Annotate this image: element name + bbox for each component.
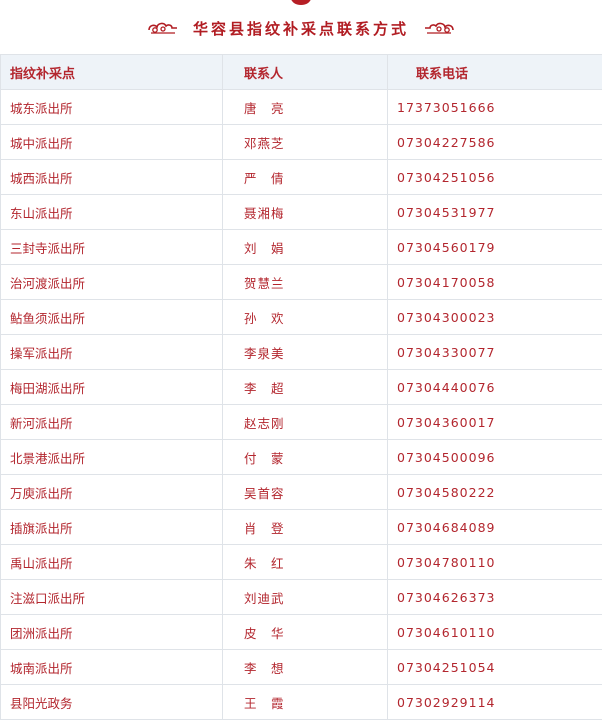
table-row: 城西派出所严 倩 07304251056: [0, 159, 602, 195]
phone-number-cell: 07304360017: [387, 404, 602, 440]
phone-number-cell: 07304531977: [387, 194, 602, 230]
contacts-table: 指纹补采点 联系人 联系电话 城东派出所唐 亮 17373051666 城中派出所邓…: [0, 54, 602, 720]
contact-name-cell: 肖 登: [222, 509, 388, 545]
contact-name-cell: 严 倩: [222, 159, 388, 195]
location-cell: 县阳光政务: [0, 684, 223, 720]
column-header-phone: 联系电话: [387, 54, 602, 90]
location-cell: 梅田湖派出所: [0, 369, 223, 405]
contact-name-cell: 吴首容: [222, 474, 388, 510]
table-row: 城南派出所李 想 07304251054: [0, 649, 602, 685]
location-cell: 新河派出所: [0, 404, 223, 440]
table-row: 万庾派出所 吴首容 07304580222: [0, 474, 602, 510]
phone-number-cell: 07304580222: [387, 474, 602, 510]
location-cell: 插旗派出所: [0, 509, 223, 545]
phone-number-cell: 07304330077: [387, 334, 602, 370]
location-cell: 治河渡派出所: [0, 264, 223, 300]
table-row: 梅田湖派出所李 超 07304440076: [0, 369, 602, 405]
contact-name-cell: 邓燕芝: [222, 124, 388, 160]
contact-name-cell: 刘迪武: [222, 579, 388, 615]
phone-number-cell: 07304440076: [387, 369, 602, 405]
phone-number-cell: 07304626373: [387, 579, 602, 615]
phone-number-cell: 07302929114: [387, 684, 602, 720]
table-row: 新河派出所 赵志刚 07304360017: [0, 404, 602, 440]
location-cell: 城中派出所: [0, 124, 223, 160]
table-row: 北景港派出所付 蒙 07304500096: [0, 439, 602, 475]
contact-name-cell: 孙 欢: [222, 299, 388, 335]
phone-number-cell: 17373051666: [387, 89, 602, 125]
contact-name-cell: 聂湘梅: [222, 194, 388, 230]
contact-name-cell: 皮 华: [222, 614, 388, 650]
location-cell: 东山派出所: [0, 194, 223, 230]
phone-number-cell: 07304251056: [387, 159, 602, 195]
table-row: 禹山派出所朱 红 07304780110: [0, 544, 602, 580]
location-cell: 团洲派出所: [0, 614, 223, 650]
table-row: 团洲派出所皮 华 07304610110: [0, 614, 602, 650]
table-row: 操军派出所 李泉美 07304330077: [0, 334, 602, 370]
location-cell: 城南派出所: [0, 649, 223, 685]
contact-name-cell: 王 霞: [222, 684, 388, 720]
cloud-ornament-icon: [148, 22, 177, 34]
phone-number-cell: 07304560179: [387, 229, 602, 265]
page-title: 华容县指纹补采点联系方式: [192, 19, 409, 38]
table-row: 插旗派出所肖 登 07304684089: [0, 509, 602, 545]
table-row: 治河渡派出所 贺慧兰 07304170058: [0, 264, 602, 300]
location-cell: 禹山派出所: [0, 544, 223, 580]
location-cell: 北景港派出所: [0, 439, 223, 475]
table-row: 东山派出所 聂湘梅 07304531977: [0, 194, 602, 230]
table-header-row: 指纹补采点 联系人 联系电话: [0, 54, 602, 90]
cloud-ornament-icon: [425, 22, 454, 34]
phone-number-cell: 07304251054: [387, 649, 602, 685]
phone-number-cell: 07304610110: [387, 614, 602, 650]
table-row: 三封寺派出所刘 娟 07304560179: [0, 229, 602, 265]
phone-number-cell: 07304780110: [387, 544, 602, 580]
contact-name-cell: 贺慧兰: [222, 264, 388, 300]
location-cell: 鲇鱼须派出所: [0, 299, 223, 335]
table-row: 县阳光政务王 霞 07302929114: [0, 684, 602, 720]
contact-name-cell: 李泉美: [222, 334, 388, 370]
contact-name-cell: 李 超: [222, 369, 388, 405]
phone-number-cell: 07304684089: [387, 509, 602, 545]
column-header-location: 指纹补采点: [0, 54, 223, 90]
column-header-contact: 联系人: [222, 54, 388, 90]
top-ornament: [291, 0, 311, 5]
table-row: 注滋口派出所 刘迪武 07304626373: [0, 579, 602, 615]
contact-name-cell: 赵志刚: [222, 404, 388, 440]
page-header: 华容县指纹补采点联系方式: [0, 14, 602, 42]
location-cell: 操军派出所: [0, 334, 223, 370]
location-cell: 城西派出所: [0, 159, 223, 195]
table-row: 城东派出所唐 亮 17373051666: [0, 89, 602, 125]
phone-number-cell: 07304227586: [387, 124, 602, 160]
phone-number-cell: 07304170058: [387, 264, 602, 300]
location-cell: 注滋口派出所: [0, 579, 223, 615]
contact-name-cell: 刘 娟: [222, 229, 388, 265]
contact-name-cell: 付 蒙: [222, 439, 388, 475]
location-cell: 城东派出所: [0, 89, 223, 125]
phone-number-cell: 07304500096: [387, 439, 602, 475]
contact-name-cell: 李 想: [222, 649, 388, 685]
phone-number-cell: 07304300023: [387, 299, 602, 335]
contact-name-cell: 唐 亮: [222, 89, 388, 125]
location-cell: 三封寺派出所: [0, 229, 223, 265]
contact-name-cell: 朱 红: [222, 544, 388, 580]
location-cell: 万庾派出所: [0, 474, 223, 510]
table-row: 城中派出所 邓燕芝 07304227586: [0, 124, 602, 160]
table-row: 鲇鱼须派出所孙 欢 07304300023: [0, 299, 602, 335]
